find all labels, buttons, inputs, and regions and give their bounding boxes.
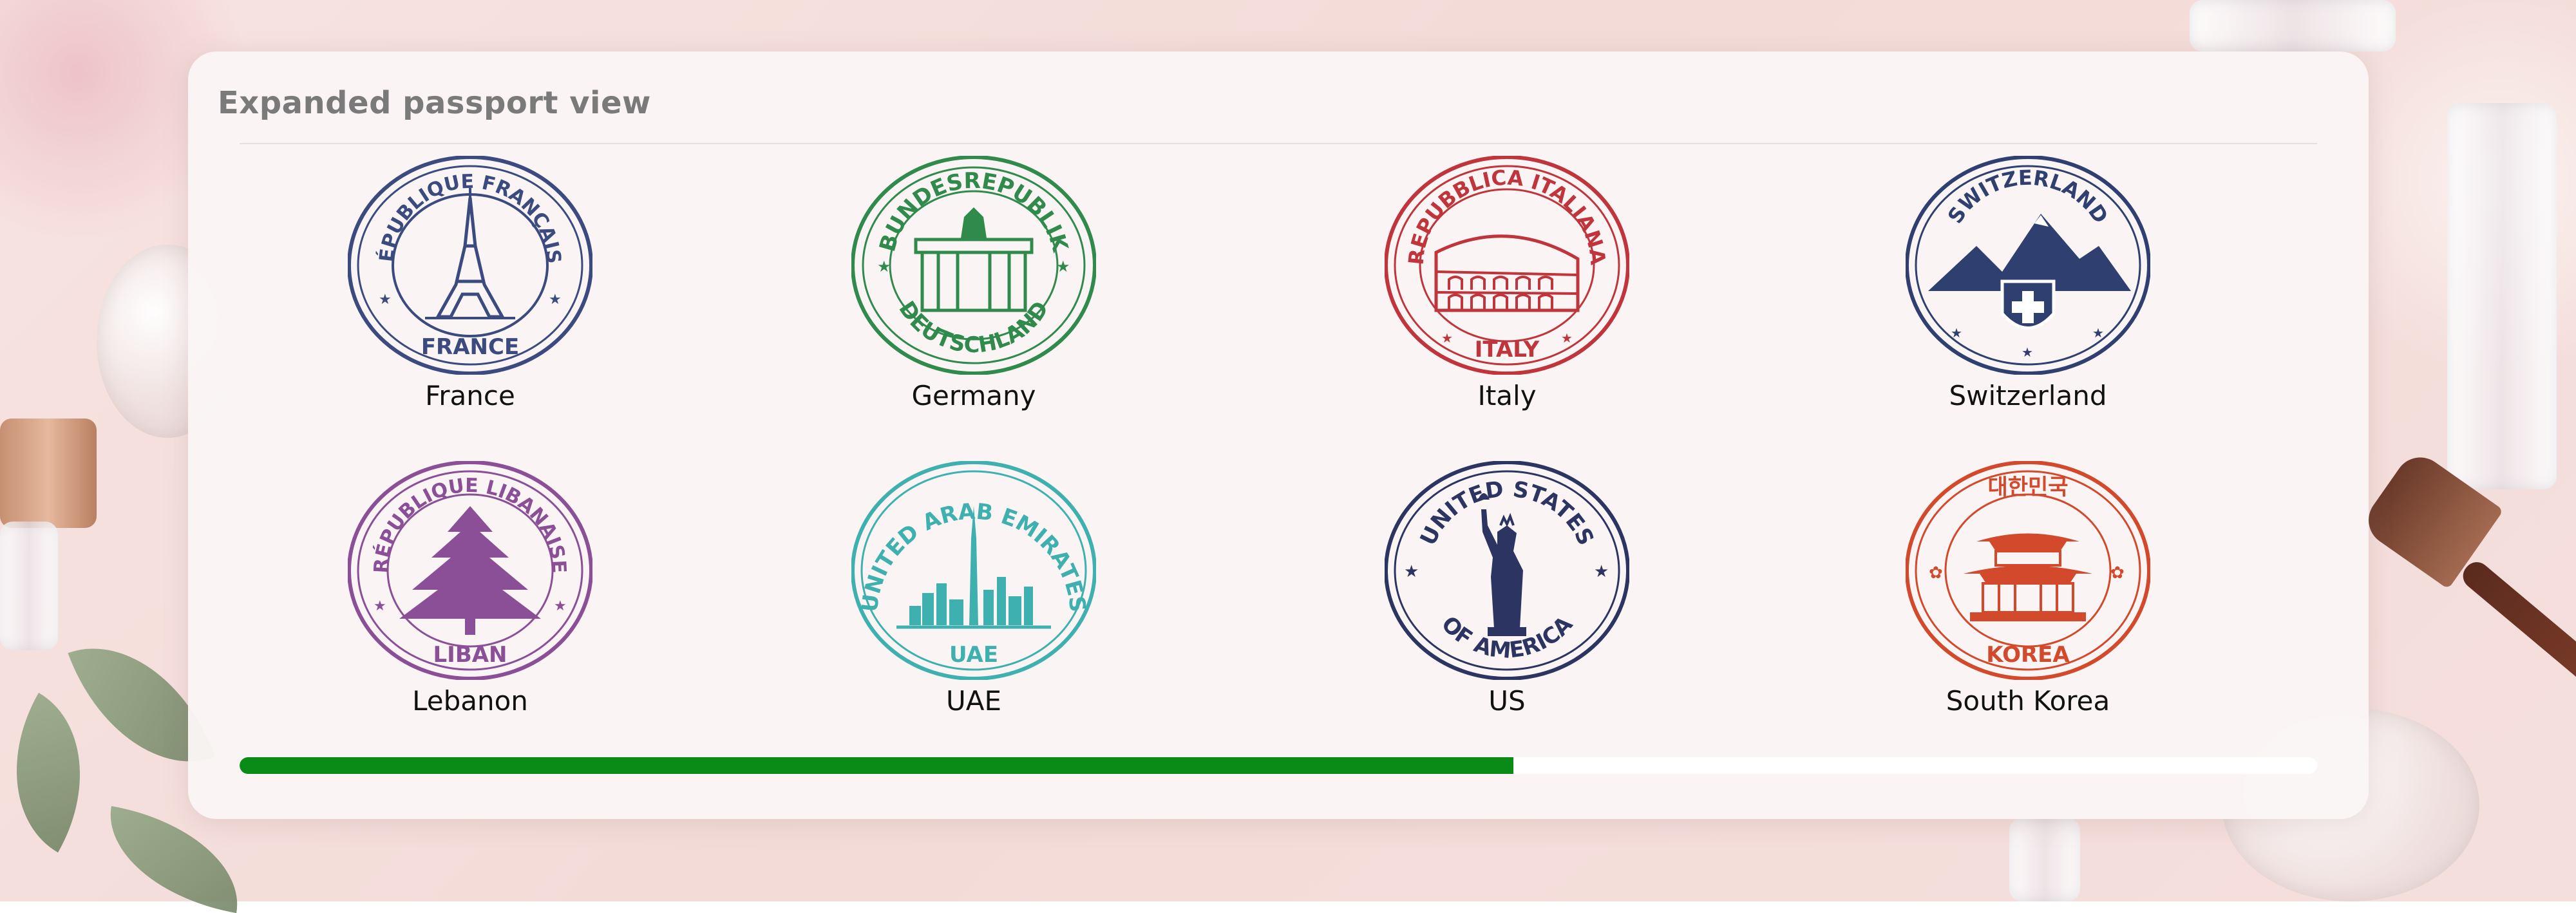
stamp-bottom-text: LIBAN [433, 642, 507, 668]
stamp-uae[interactable]: UNITED ARAB EMIRATES UAE UAE [826, 461, 1122, 719]
progress-bar-fill [240, 757, 1513, 774]
stamp-us[interactable]: UNITED STATES OF AMERICA ★ ★ US [1359, 461, 1655, 719]
stamp-switzerland[interactable]: SWITZERLAND ★ ★ ★ Switzerland [1880, 156, 2176, 413]
panel-title: Expanded passport view [218, 85, 651, 121]
stamp-bottom-text: FRANCE [421, 334, 519, 360]
title-divider [240, 143, 2317, 144]
stamp-label: Italy [1477, 380, 1537, 411]
svg-text:★: ★ [374, 598, 386, 614]
svg-text:★: ★ [1441, 332, 1453, 346]
svg-text:★: ★ [379, 291, 392, 307]
stamp-france[interactable]: RÉPUBLIQUE FRANÇAISE FRANCE ★ ★ France [322, 156, 618, 413]
svg-text:✿: ✿ [2110, 563, 2125, 582]
stamp-bottom-text: UAE [949, 642, 998, 668]
statue-of-liberty-icon: UNITED STATES OF AMERICA ★ ★ [1385, 461, 1629, 680]
cedar-tree-icon: RÉPUBLIQUE LIBANAISE LIBAN ★ ★ [348, 461, 592, 680]
stamp-label: UAE [945, 685, 1001, 717]
makeup-brush-handle-decor [2458, 556, 2576, 686]
stamp-label: Lebanon [412, 685, 528, 717]
svg-text:★: ★ [554, 598, 567, 614]
stamp-label: US [1488, 685, 1526, 717]
stamp-bottom-text: ITALY [1475, 337, 1540, 362]
eiffel-tower-icon: RÉPUBLIQUE FRANÇAISE FRANCE ★ ★ [348, 156, 592, 375]
stamp-south-korea[interactable]: 대한민국 KOREA ✿ ✿ South Korea [1880, 461, 2176, 719]
korean-palace-icon: 대한민국 KOREA ✿ ✿ [1906, 461, 2150, 680]
brandenburg-gate-icon: BUNDESREPUBLIK DEUTSCHLAND ★ ★ [851, 156, 1096, 375]
svg-text:SWITZERLAND: SWITZERLAND [1943, 165, 2114, 228]
svg-text:★: ★ [2092, 326, 2104, 341]
perfume-bottle-decor [2190, 0, 2396, 52]
stamp-label: South Korea [1946, 685, 2110, 717]
bottle-cap-decor [0, 419, 97, 528]
colosseum-icon: REPUBBLICA ITALIANA ITALY ★ ★ [1385, 156, 1629, 375]
leaf-decor [0, 692, 122, 853]
stamp-top-text: 대한민국 [1987, 475, 2068, 500]
dropper-bottle-decor [2447, 103, 2557, 489]
passport-panel: Expanded passport view RÉPUBLIQUE FRANÇA… [188, 52, 2369, 819]
stamp-label: France [425, 380, 515, 411]
leaf-decor [97, 805, 251, 913]
tube-decor [2009, 818, 2080, 901]
stamp-italy[interactable]: REPUBBLICA ITALIANA ITALY ★ ★ Italy [1359, 156, 1655, 413]
dubai-skyline-icon: UNITED ARAB EMIRATES UAE [851, 461, 1096, 680]
progress-bar [240, 757, 2317, 774]
svg-text:★: ★ [877, 258, 891, 276]
svg-text:★: ★ [1594, 561, 1609, 581]
alps-swiss-cross-icon: SWITZERLAND ★ ★ ★ [1906, 156, 2150, 375]
stamp-germany[interactable]: BUNDESREPUBLIK DEUTSCHLAND ★ ★ Germany [826, 156, 1122, 413]
svg-text:★: ★ [1404, 561, 1419, 581]
svg-text:★: ★ [1951, 326, 1962, 341]
glass-bottle-decor [0, 522, 58, 650]
svg-text:★: ★ [1561, 332, 1573, 346]
stamp-top-text: SWITZERLAND [1943, 165, 2114, 228]
stamp-lebanon[interactable]: RÉPUBLIQUE LIBANAISE LIBAN ★ ★ Lebanon [322, 461, 618, 719]
svg-text:★: ★ [549, 291, 562, 307]
svg-text:★: ★ [1056, 258, 1070, 276]
stamp-label: Germany [911, 380, 1036, 411]
svg-text:✿: ✿ [1929, 563, 1943, 582]
svg-text:★: ★ [2022, 346, 2033, 360]
stamp-bottom-text: KOREA [1986, 642, 2070, 668]
stamp-label: Switzerland [1949, 380, 2107, 411]
